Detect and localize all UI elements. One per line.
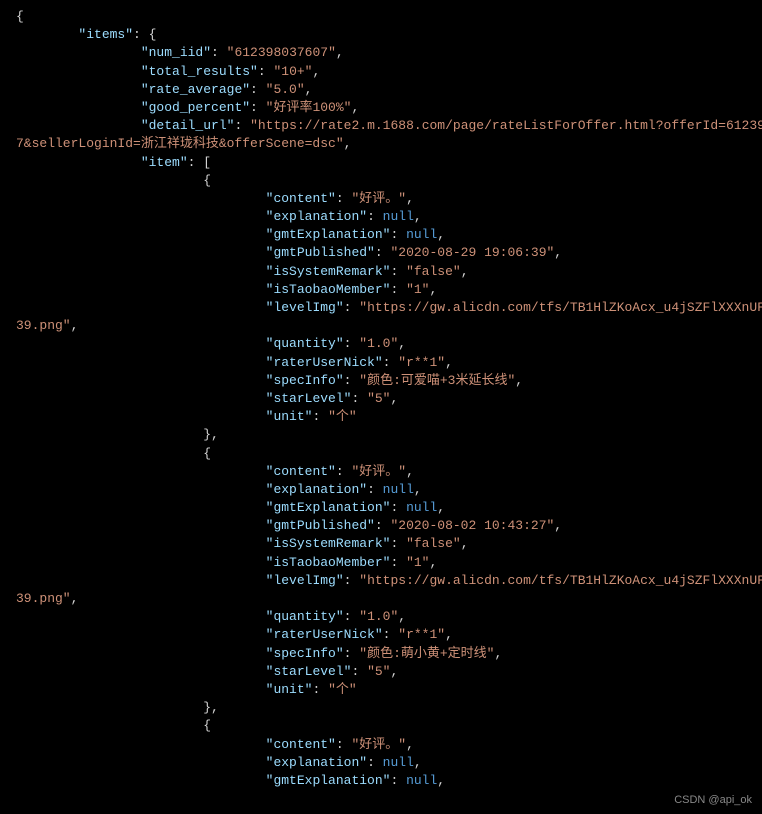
- json-view: { "items": { "num_iid": "612398037607", …: [16, 8, 746, 790]
- watermark: CSDN @api_ok: [674, 793, 752, 808]
